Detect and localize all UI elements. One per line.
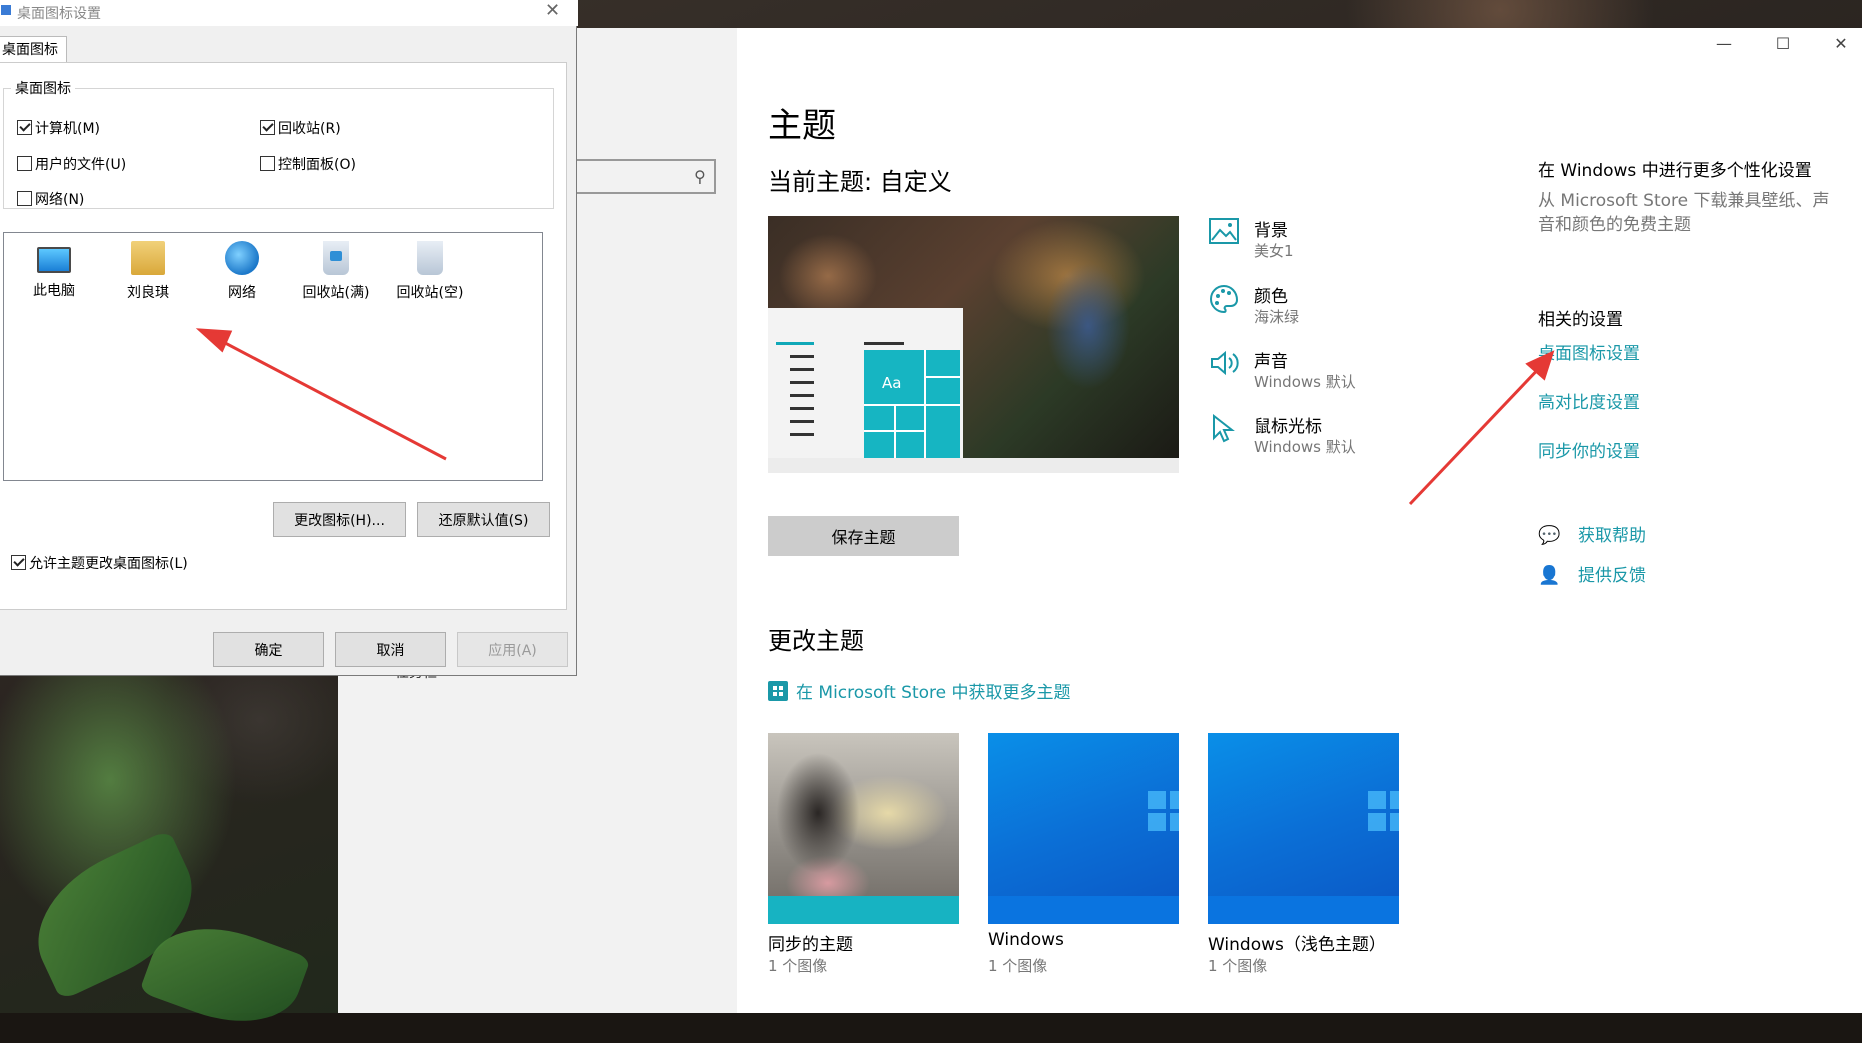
tab-desktop-icons[interactable]: 桌面图标 — [0, 36, 67, 63]
desktop-icon-list[interactable]: 此电脑 刘良琪 网络 回收站(满) 回收站(空) — [3, 232, 543, 481]
palette-icon — [1209, 284, 1241, 316]
network-icon — [225, 241, 259, 275]
checkbox-control-panel[interactable]: 控制面板(O) — [260, 154, 356, 174]
recycle-bin-empty-icon — [417, 241, 443, 275]
settings-search-box[interactable]: ⚲ — [575, 159, 716, 194]
sync-settings-link[interactable]: 同步你的设置 — [1538, 437, 1640, 462]
minimize-button[interactable]: — — [1714, 34, 1734, 53]
close-button[interactable]: ✕ — [1831, 34, 1851, 53]
get-help-link[interactable]: 💬 获取帮助 — [1538, 521, 1646, 546]
theme-thumbnail — [988, 733, 1179, 924]
icon-network[interactable]: 网络 — [202, 241, 282, 302]
change-icon-button[interactable]: 更改图标(H)... — [273, 502, 406, 537]
speaker-icon — [1209, 349, 1241, 381]
theme-preview[interactable]: Aa — [768, 216, 1179, 473]
checkbox-empty-icon — [260, 156, 275, 171]
feedback-icon: 👤 — [1538, 565, 1561, 586]
checkbox-computer[interactable]: 计算机(M) — [17, 118, 100, 138]
icon-recycle-bin-full[interactable]: 回收站(满) — [296, 241, 376, 302]
user-folder-icon — [131, 241, 165, 275]
desktop-icon-settings-link[interactable]: 桌面图标设置 — [1538, 339, 1640, 364]
feedback-link[interactable]: 👤 提供反馈 — [1538, 561, 1646, 586]
checkbox-checked-icon — [260, 120, 275, 135]
restore-default-button[interactable]: 还原默认值(S) — [417, 502, 550, 537]
picture-icon — [1209, 218, 1241, 250]
checkbox-recycle-bin[interactable]: 回收站(R) — [260, 118, 341, 138]
high-contrast-settings-link[interactable]: 高对比度设置 — [1538, 388, 1640, 413]
recycle-bin-full-icon — [323, 241, 349, 275]
theme-thumbnail — [1208, 733, 1399, 924]
checkbox-checked-icon — [17, 120, 32, 135]
preview-accent-tiles: Aa — [864, 350, 960, 458]
store-themes-link[interactable]: 在 Microsoft Store 中获取更多主题 — [768, 678, 1071, 703]
cursor-icon — [1209, 413, 1241, 446]
current-theme-label: 当前主题: 自定义 — [768, 168, 952, 196]
theme-card-windows[interactable]: Windows 1 个图像 — [988, 733, 1179, 975]
icon-recycle-bin-empty[interactable]: 回收站(空) — [390, 241, 470, 302]
checkbox-user-files[interactable]: 用户的文件(U) — [17, 154, 126, 174]
checkbox-network[interactable]: 网络(N) — [17, 189, 84, 209]
maximize-button[interactable]: ☐ — [1773, 34, 1793, 53]
ok-button[interactable]: 确定 — [213, 632, 324, 667]
checkbox-allow-themes[interactable]: 允许主题更改桌面图标(L) — [11, 553, 188, 573]
theme-thumbnail — [768, 733, 959, 924]
icon-user-files[interactable]: 刘良琪 — [108, 241, 188, 302]
change-theme-heading: 更改主题 — [768, 627, 864, 655]
preview-window: Aa — [768, 308, 963, 458]
more-personalization-text: 从 Microsoft Store 下载兼具壁纸、声音和颜色的免费主题 — [1538, 191, 1830, 235]
theme-card-synced[interactable]: 同步的主题 1 个图像 — [768, 733, 959, 975]
help-chat-icon: 💬 — [1538, 525, 1561, 546]
search-icon: ⚲ — [694, 167, 706, 186]
related-settings-heading: 相关的设置 — [1538, 310, 1623, 330]
theme-card-windows-light[interactable]: Windows（浅色主题） 1 个图像 — [1208, 733, 1399, 975]
dialog-close-icon[interactable]: ✕ — [545, 0, 560, 21]
dialog-titlebar[interactable]: 桌面图标设置 ✕ — [0, 0, 578, 26]
cancel-button[interactable]: 取消 — [335, 632, 446, 667]
store-bag-icon — [768, 681, 788, 701]
page-title: 主题 — [768, 106, 836, 146]
preview-menu-lines — [776, 342, 814, 446]
more-personalization-heading: 在 Windows 中进行更多个性化设置 — [1538, 161, 1812, 181]
icon-this-pc[interactable]: 此电脑 — [14, 241, 94, 300]
computer-icon — [37, 247, 71, 273]
group-label: 桌面图标 — [11, 78, 75, 98]
checkbox-empty-icon — [17, 156, 32, 171]
save-theme-button[interactable]: 保存主题 — [768, 516, 959, 556]
checkbox-empty-icon — [17, 191, 32, 206]
desktop-icon-settings-dialog: 桌面图标设置 ✕ 桌面图标 桌面图标 计算机(M) 回收站(R) 用户的文件(U… — [0, 0, 578, 676]
apply-button[interactable]: 应用(A) — [457, 632, 568, 667]
dialog-title: 桌面图标设置 — [17, 6, 101, 22]
dialog-app-icon — [1, 5, 11, 15]
desktop-icons-group — [3, 88, 554, 209]
checkbox-checked-icon — [11, 555, 26, 570]
preview-tile-text: Aa — [882, 374, 902, 392]
